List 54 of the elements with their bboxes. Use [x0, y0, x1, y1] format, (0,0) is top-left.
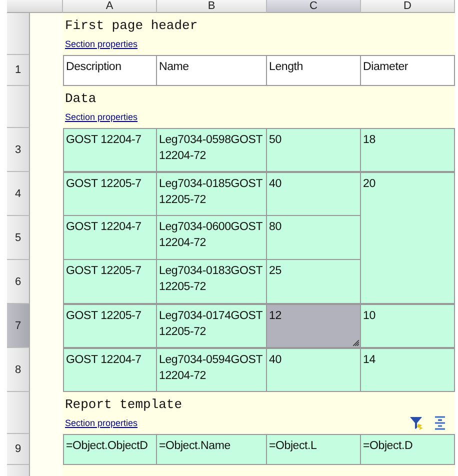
table-cell[interactable]: GOST 12205-7: [63, 172, 157, 216]
table-cell[interactable]: =Object.ObjectD: [63, 434, 157, 465]
table-cell[interactable]: 40: [267, 348, 361, 392]
row-header: [7, 86, 30, 128]
row-number[interactable]: 1: [7, 55, 30, 86]
table-cell[interactable]: 14: [361, 348, 455, 392]
table-cell[interactable]: GOST 12204-7: [63, 348, 157, 392]
align-icon[interactable]: [433, 415, 447, 431]
table-cell[interactable]: =Object.Name: [157, 434, 267, 465]
table-cell[interactable]: Length: [267, 55, 361, 86]
table-cell[interactable]: GOST 12205-7: [63, 304, 157, 348]
resize-grip-icon[interactable]: [353, 340, 359, 346]
filter-icon[interactable]: [409, 415, 425, 431]
table-cell[interactable]: Leg7034-0174GOST 12205-72: [157, 304, 267, 348]
section-properties-link[interactable]: Section properties: [65, 418, 138, 428]
row-number[interactable]: 9: [7, 434, 30, 465]
row-number[interactable]: 4: [7, 172, 30, 216]
table-cell[interactable]: Leg7034-0185GOST 12205-72: [157, 172, 267, 216]
table-cell[interactable]: Name: [157, 55, 267, 86]
table-cell[interactable]: 12: [267, 304, 361, 348]
table-cell[interactable]: GOST 12204-7: [63, 128, 157, 172]
column-header[interactable]: B: [157, 0, 267, 13]
row-number[interactable]: 8: [7, 348, 30, 392]
column-header[interactable]: A: [63, 0, 157, 13]
row-header: [7, 392, 30, 434]
row-number[interactable]: 5: [7, 216, 30, 260]
table-cell[interactable]: 80: [267, 216, 361, 260]
table-cell[interactable]: 40: [267, 172, 361, 216]
table-cell[interactable]: 18: [361, 128, 455, 172]
table-cell[interactable]: 20: [361, 172, 455, 304]
row-number[interactable]: 6: [7, 260, 30, 304]
table-cell[interactable]: =Object.D: [361, 434, 455, 465]
table-cell[interactable]: Diameter: [361, 55, 455, 86]
table-cell[interactable]: Leg7034-0183GOST 12205-72: [157, 260, 267, 304]
table-cell[interactable]: 25: [267, 260, 361, 304]
column-header[interactable]: D: [361, 0, 455, 13]
table-cell[interactable]: Description: [63, 55, 157, 86]
row-header: [7, 13, 30, 55]
section-title: Data: [65, 90, 98, 108]
table-cell[interactable]: GOST 12204-7: [63, 216, 157, 260]
table-cell[interactable]: Leg7034-0594GOST 12204-72: [157, 348, 267, 392]
row-number[interactable]: 3: [7, 128, 30, 172]
table-cell[interactable]: Leg7034-0600GOST 12204-72: [157, 216, 267, 260]
section-title: First page header: [65, 17, 199, 35]
table-cell[interactable]: GOST 12205-7: [63, 260, 157, 304]
section-properties-link[interactable]: Section properties: [65, 39, 138, 49]
table-cell[interactable]: 10: [361, 304, 455, 348]
section-title: Report template: [65, 396, 184, 414]
table-cell[interactable]: =Object.L: [267, 434, 361, 465]
column-header[interactable]: C: [267, 0, 361, 13]
table-cell[interactable]: 50: [267, 128, 361, 172]
row-number[interactable]: 7: [7, 304, 30, 348]
table-cell[interactable]: Leg7034-0598GOST 12204-72: [157, 128, 267, 172]
section-properties-link[interactable]: Section properties: [65, 112, 138, 122]
